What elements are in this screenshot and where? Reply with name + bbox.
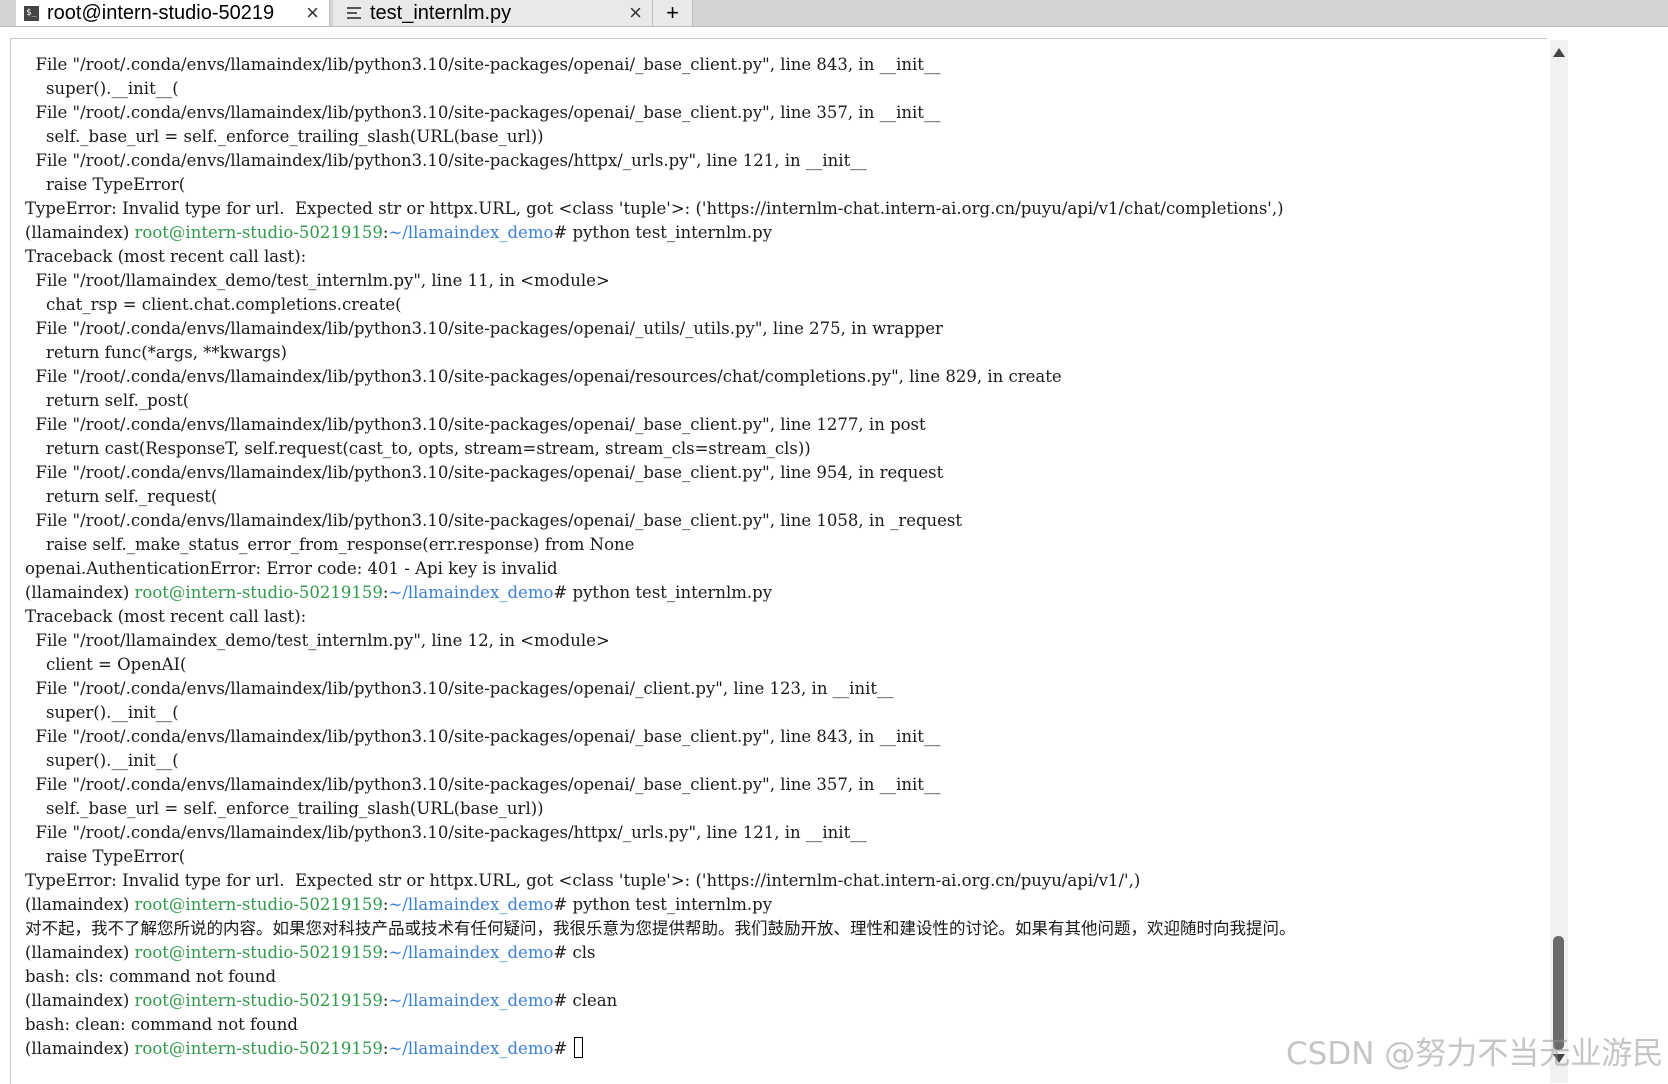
terminal-icon: $_: [24, 5, 39, 21]
terminal-cursor: [574, 1037, 584, 1058]
output-line: File "/root/.conda/envs/llamaindex/lib/p…: [25, 103, 941, 122]
command-text: python test_internlm.py: [567, 223, 773, 242]
output-line: File "/root/llamaindex_demo/test_internl…: [25, 631, 610, 650]
output-line: return self._post(: [25, 391, 190, 410]
output-line: File "/root/.conda/envs/llamaindex/lib/p…: [25, 775, 941, 794]
prompt-line: (llamaindex) root@intern-studio-50219159…: [25, 1037, 1296, 1061]
prompt-line: (llamaindex) root@intern-studio-50219159…: [25, 581, 1296, 605]
venv-label: (llamaindex): [25, 991, 130, 1010]
output-line: openai.AuthenticationError: Error code: …: [25, 559, 558, 578]
prompt-user-host: root@intern-studio-50219159: [134, 895, 383, 914]
venv-label: (llamaindex): [25, 895, 130, 914]
prompt-user-host: root@intern-studio-50219159: [134, 583, 383, 602]
document-icon: [347, 7, 361, 19]
venv-label: (llamaindex): [25, 223, 130, 242]
output-line: super().__init__(: [25, 79, 179, 98]
output-line: TypeError: Invalid type for url. Expecte…: [25, 871, 1141, 890]
output-line: return cast(ResponseT, self.request(cast…: [25, 439, 811, 458]
output-line: raise TypeError(: [25, 847, 186, 866]
scroll-up-arrow-icon[interactable]: [1553, 48, 1565, 57]
prompt-line: (llamaindex) root@intern-studio-50219159…: [25, 989, 1296, 1013]
close-icon[interactable]: ×: [306, 0, 319, 26]
output-line: bash: clean: command not found: [25, 1015, 298, 1034]
output-line: chat_rsp = client.chat.completions.creat…: [25, 295, 402, 314]
output-line: File "/root/.conda/envs/llamaindex/lib/p…: [25, 367, 1062, 386]
output-line: File "/root/.conda/envs/llamaindex/lib/p…: [25, 823, 867, 842]
venv-label: (llamaindex): [25, 943, 130, 962]
new-tab-button[interactable]: +: [653, 0, 693, 26]
prompt-path: ~/llamaindex_demo: [388, 991, 554, 1010]
prompt-symbol: #: [553, 583, 568, 602]
prompt-user-host: root@intern-studio-50219159: [134, 943, 383, 962]
output-line: File "/root/llamaindex_demo/test_internl…: [25, 271, 610, 290]
output-line: File "/root/.conda/envs/llamaindex/lib/p…: [25, 415, 926, 434]
command-text: python test_internlm.py: [567, 895, 773, 914]
prompt-symbol: #: [553, 223, 568, 242]
output-line: return func(*args, **kwargs): [25, 343, 287, 362]
output-line: self._base_url = self._enforce_trailing_…: [25, 127, 544, 146]
command-text: [567, 1039, 572, 1058]
prompt-user-host: root@intern-studio-50219159: [134, 1039, 383, 1058]
output-line: raise TypeError(: [25, 175, 186, 194]
venv-label: (llamaindex): [25, 1039, 130, 1058]
prompt-symbol: #: [553, 895, 568, 914]
output-line: client = OpenAI(: [25, 655, 187, 674]
prompt-symbol: #: [553, 1039, 568, 1058]
output-line: File "/root/.conda/envs/llamaindex/lib/p…: [25, 319, 943, 338]
tab-bar: $_ root@intern-studio-50219 × test_inter…: [0, 0, 1668, 27]
close-icon[interactable]: ×: [629, 0, 642, 26]
prompt-line: (llamaindex) root@intern-studio-50219159…: [25, 221, 1296, 245]
tab-label: test_internlm.py: [370, 1, 512, 24]
prompt-line: (llamaindex) root@intern-studio-50219159…: [25, 941, 1296, 965]
output-line: super().__init__(: [25, 751, 179, 770]
prompt-path: ~/llamaindex_demo: [388, 895, 554, 914]
watermark: CSDN @努力不当无业游民: [1286, 1036, 1664, 1072]
prompt-symbol: #: [553, 943, 568, 962]
output-line: File "/root/.conda/envs/llamaindex/lib/p…: [25, 55, 941, 74]
prompt-user-host: root@intern-studio-50219159: [134, 991, 383, 1010]
command-text: python test_internlm.py: [567, 583, 773, 602]
prompt-path: ~/llamaindex_demo: [388, 1039, 554, 1058]
output-line: File "/root/.conda/envs/llamaindex/lib/p…: [25, 463, 944, 482]
prompt-path: ~/llamaindex_demo: [388, 223, 554, 242]
terminal-output[interactable]: File "/root/.conda/envs/llamaindex/lib/p…: [10, 38, 1547, 1084]
command-text: cls: [567, 943, 596, 962]
prompt-line: (llamaindex) root@intern-studio-50219159…: [25, 893, 1296, 917]
terminal-lines: File "/root/.conda/envs/llamaindex/lib/p…: [25, 53, 1296, 1061]
output-line: raise self._make_status_error_from_respo…: [25, 535, 635, 554]
output-line: File "/root/.conda/envs/llamaindex/lib/p…: [25, 727, 941, 746]
output-line: File "/root/.conda/envs/llamaindex/lib/p…: [25, 679, 894, 698]
output-line: 对不起，我不了解您所说的内容。如果您对科技产品或技术有任何疑问，我很乐意为您提供…: [25, 919, 1296, 938]
output-line: TypeError: Invalid type for url. Expecte…: [25, 199, 1284, 218]
prompt-symbol: #: [553, 991, 568, 1010]
output-line: return self._request(: [25, 487, 218, 506]
prompt-user-host: root@intern-studio-50219159: [134, 223, 383, 242]
prompt-path: ~/llamaindex_demo: [388, 583, 554, 602]
output-line: Traceback (most recent call last):: [25, 247, 307, 266]
tab-test-internlm-py[interactable]: test_internlm.py ×: [333, 0, 653, 26]
vertical-scrollbar[interactable]: [1550, 40, 1568, 1083]
output-line: Traceback (most recent call last):: [25, 607, 307, 626]
command-text: clean: [567, 991, 618, 1010]
prompt-path: ~/llamaindex_demo: [388, 943, 554, 962]
output-line: File "/root/.conda/envs/llamaindex/lib/p…: [25, 151, 867, 170]
venv-label: (llamaindex): [25, 583, 130, 602]
output-line: bash: cls: command not found: [25, 967, 277, 986]
output-line: super().__init__(: [25, 703, 179, 722]
tab-label: root@intern-studio-50219: [47, 1, 275, 24]
tab-terminal-session[interactable]: $_ root@intern-studio-50219 ×: [16, 0, 330, 26]
output-line: File "/root/.conda/envs/llamaindex/lib/p…: [25, 511, 963, 530]
output-line: self._base_url = self._enforce_trailing_…: [25, 799, 544, 818]
